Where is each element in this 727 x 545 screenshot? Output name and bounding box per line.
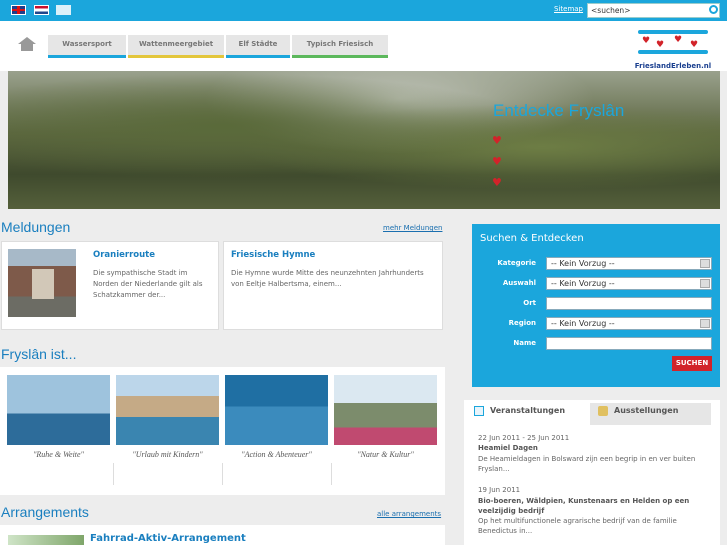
search-icon[interactable] [709, 5, 718, 14]
flag-uk-icon[interactable] [11, 5, 26, 15]
auswahl-value: -- Kein Vorzug -- [551, 279, 615, 288]
flag-nl-icon[interactable] [34, 5, 49, 15]
heart-icon[interactable]: ♥ [492, 134, 502, 147]
arrangements-title: Arrangements [1, 504, 89, 520]
tab-ausstellungen[interactable]: Ausstellungen [590, 403, 711, 425]
news-card[interactable]: Oranierroute Die sympathische Stadt im N… [1, 241, 219, 330]
tab-veranstaltungen[interactable]: Veranstaltungen [466, 403, 586, 425]
logo-wave [638, 50, 708, 54]
region-select[interactable]: -- Kein Vorzug -- [546, 317, 712, 330]
kategorie-value: -- Kein Vorzug -- [551, 259, 615, 268]
fryslan-caption[interactable]: "Action & Abenteuer" [225, 450, 328, 459]
tab-wassersport[interactable]: Wassersport [48, 35, 126, 58]
tab-underline [128, 55, 224, 58]
tab-label: Elf Städte [238, 40, 278, 48]
event-date: 19 Jun 2011 [478, 486, 521, 494]
tab-label: Typisch Friesisch [306, 40, 374, 48]
logo-text: FrieslandErleben.nl [634, 62, 712, 70]
fryslan-image[interactable] [225, 375, 328, 445]
region-value: -- Kein Vorzug -- [551, 319, 615, 328]
chevron-down-icon [700, 319, 710, 328]
fryslan-image[interactable] [116, 375, 219, 445]
main-nav: Wassersport Wattenmeergebiet Elf Städte … [0, 21, 727, 71]
meldungen-title: Meldungen [1, 219, 71, 235]
news-title[interactable]: Friesische Hymne [231, 250, 315, 260]
event-text: Op het multifunctionele agrarische bedri… [478, 517, 677, 535]
arrangement-title[interactable]: Fahrrad-Aktiv-Arrangement [90, 533, 246, 544]
event-title[interactable]: Heamiel Dagen [478, 444, 538, 452]
tab-label: Veranstaltungen [490, 406, 566, 415]
news-text: Die Hymne wurde Mitte des neunzehnten Ja… [231, 269, 424, 288]
chevron-down-icon [700, 279, 710, 288]
event-title[interactable]: Bio-boeren, Wäldpien, Kunstenaars en Hel… [478, 496, 708, 516]
kategorie-select[interactable]: -- Kein Vorzug -- [546, 257, 712, 270]
tab-underline [48, 55, 126, 58]
fryslan-title: Fryslân ist... [1, 346, 77, 362]
event-text: De Heamieldagen in Bolsward zijn een beg… [478, 455, 696, 473]
ort-input[interactable] [546, 297, 712, 310]
tab-label: Ausstellungen [614, 406, 679, 415]
gallery-icon [598, 406, 608, 416]
tab-typisch-friesisch[interactable]: Typisch Friesisch [292, 35, 388, 58]
chevron-down-icon [700, 259, 710, 268]
hero-title: Entdecke Fryslân [493, 101, 625, 120]
heart-icon: ♥ [690, 40, 699, 50]
event-date: 22 Jun 2011 - 25 Jun 2011 [478, 434, 570, 442]
name-input[interactable] [546, 337, 712, 350]
heart-icon[interactable]: ♥ [492, 155, 502, 168]
flag-fr-icon[interactable] [56, 5, 71, 15]
news-card[interactable]: Friesische Hymne Die Hymne wurde Mitte d… [223, 241, 443, 330]
heart-icon[interactable]: ♥ [492, 176, 502, 189]
divider [113, 463, 114, 485]
search-input[interactable] [587, 3, 720, 18]
top-bar: Sitemap [0, 0, 727, 21]
calendar-icon [474, 406, 484, 416]
fryslan-image[interactable] [334, 375, 437, 445]
search-button[interactable]: SUCHEN [672, 356, 712, 371]
tab-underline [292, 55, 388, 58]
fryslan-caption[interactable]: "Urlaub mit Kindern" [116, 450, 219, 459]
fryslan-image[interactable] [7, 375, 110, 445]
all-arrangements-link[interactable]: alle arrangements [377, 510, 441, 518]
hero-banner: Entdecke Fryslân ♥ ♥ ♥ [8, 71, 720, 209]
more-news-link[interactable]: mehr Meldungen [383, 224, 442, 232]
fryslan-caption[interactable]: "Natur & Kultur" [334, 450, 437, 459]
name-label: Name [513, 339, 536, 347]
ort-label: Ort [523, 299, 536, 307]
divider [222, 463, 223, 485]
heart-icon: ♥ [656, 40, 665, 50]
arrangement-thumbnail [8, 535, 84, 545]
tab-label: Wassersport [62, 40, 112, 48]
news-text: Die sympathische Stadt im Norden der Nie… [93, 269, 203, 299]
tab-underline [226, 55, 290, 58]
logo-wave [638, 30, 708, 34]
news-thumbnail [8, 249, 76, 317]
site-logo[interactable]: ♥ ♥ ♥ ♥ FrieslandErleben.nl [634, 26, 712, 70]
tab-label: Wattenmeergebiet [138, 40, 214, 48]
search-panel: Suchen & Entdecken Kategorie -- Kein Vor… [472, 224, 720, 387]
tab-wattenmeergebiet[interactable]: Wattenmeergebiet [128, 35, 224, 58]
news-title[interactable]: Oranierroute [93, 250, 155, 260]
heart-icon: ♥ [674, 35, 683, 45]
search-panel-title: Suchen & Entdecken [480, 233, 584, 244]
heart-icon: ♥ [642, 36, 651, 46]
kategorie-label: Kategorie [497, 259, 536, 267]
fryslan-panel: "Ruhe & Weite" "Urlaub mit Kindern" "Act… [0, 367, 445, 495]
tab-elf-staedte[interactable]: Elf Städte [226, 35, 290, 58]
divider [331, 463, 332, 485]
home-icon[interactable] [18, 37, 36, 51]
auswahl-select[interactable]: -- Kein Vorzug -- [546, 277, 712, 290]
sitemap-link[interactable]: Sitemap [554, 5, 583, 13]
region-label: Region [508, 319, 536, 327]
fryslan-caption[interactable]: "Ruhe & Weite" [7, 450, 110, 459]
auswahl-label: Auswahl [502, 279, 536, 287]
